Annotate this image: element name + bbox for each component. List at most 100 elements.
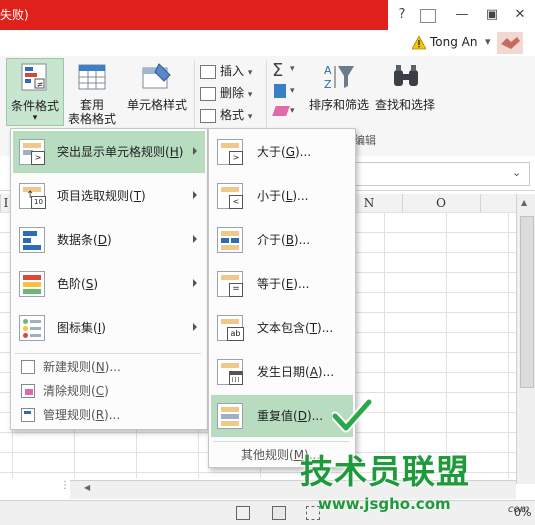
menu-separator — [15, 353, 201, 354]
clear-rules-icon — [21, 384, 35, 398]
sheet-splitter[interactable]: ⋮ — [60, 480, 70, 498]
help-button[interactable]: ? — [392, 6, 412, 24]
top-bottom-rules-icon: ↑ 10 — [19, 183, 46, 209]
watermark-url: www.jsgho.com — [318, 495, 451, 513]
find-select-button[interactable]: 查找和选择 — [372, 58, 438, 124]
scroll-up-icon[interactable]: ▲ — [521, 198, 527, 207]
svg-text:≠: ≠ — [37, 80, 44, 89]
vertical-scroll-thumb[interactable] — [520, 216, 534, 388]
autosum-icon[interactable]: Σ — [272, 60, 283, 81]
delete-button[interactable]: 删除 ▾ — [200, 84, 252, 102]
close-button[interactable]: ✕ — [510, 6, 530, 24]
submenu-item-date-occurring[interactable]: 发生日期(A)... — [211, 351, 353, 393]
submenu-item-label: 等于(E)... — [257, 277, 310, 291]
share-icon[interactable] — [497, 32, 523, 54]
fill-dropdown-icon[interactable]: ▾ — [290, 86, 295, 96]
conditional-format-menu: > 突出显示单元格规则(H) ↑ 10 项目选取规则(T) 数据条(D) 色阶(… — [10, 128, 208, 430]
sort-filter-label: 排序和筛选 — [308, 98, 369, 112]
duplicate-values-icon — [217, 403, 243, 429]
submenu-item-less-than[interactable]: < 小于(L)... — [211, 175, 353, 217]
submenu-arrow-icon — [193, 235, 197, 243]
delete-icon — [200, 86, 216, 101]
warning-icon — [412, 36, 426, 50]
between-icon — [217, 227, 243, 253]
cell-style-label: 单元格样式 — [126, 98, 187, 112]
column-header[interactable]: O — [402, 194, 479, 212]
insert-label: 插入 — [220, 64, 245, 78]
new-rule-icon — [21, 360, 35, 374]
sort-filter-button[interactable]: A Z 排序和筛选 — [306, 58, 372, 124]
date-occurring-icon — [217, 359, 243, 385]
submenu-arrow-icon — [193, 191, 197, 199]
submenu-arrow-icon — [193, 147, 197, 155]
submenu-item-label: 文本包含(T)... — [257, 321, 334, 335]
data-bars-icon — [19, 227, 45, 253]
menu-item-label: 项目选取规则(T) — [57, 189, 146, 203]
cell-style-icon — [142, 63, 171, 89]
submenu-item-between[interactable]: 介于(B)... — [211, 219, 353, 261]
greater-than-icon: > — [217, 139, 243, 165]
column-header[interactable] — [480, 194, 517, 212]
submenu-item-label: 大于(G)... — [257, 145, 312, 159]
watermark-suffix: com — [508, 504, 530, 515]
menu-item-manage-rules[interactable]: 管理规则(R)... — [13, 403, 205, 427]
submenu-arrow-icon — [193, 323, 197, 331]
conditional-format-icon: ≠ — [21, 63, 47, 91]
clear-dropdown-icon[interactable]: ▾ — [290, 106, 295, 116]
restore-button[interactable]: ▣ — [482, 6, 502, 24]
menu-item-icon-sets[interactable]: 图标集(I) — [13, 307, 205, 349]
page-layout-view-icon[interactable] — [272, 506, 286, 520]
text-contains-icon: ab — [217, 315, 244, 341]
window-title-text: 失败) — [0, 8, 29, 22]
insert-button[interactable]: 插入 ▾ — [200, 62, 252, 80]
menu-item-highlight-cells-rules[interactable]: > 突出显示单元格规则(H) — [13, 131, 205, 173]
status-bar: 0% — [0, 500, 535, 525]
menu-item-clear-rules[interactable]: 清除规则(C) — [13, 379, 205, 403]
autosum-dropdown-icon[interactable]: ▾ — [290, 64, 295, 74]
cell-style-button[interactable]: 单元格样式 — [124, 58, 190, 124]
minimize-button[interactable]: — — [452, 6, 472, 24]
less-than-icon: < — [217, 183, 243, 209]
format-label: 格式 — [220, 108, 245, 122]
menu-item-new-rule[interactable]: 新建规则(N)... — [13, 355, 205, 379]
submenu-item-label: 介于(B)... — [257, 233, 311, 247]
normal-view-icon[interactable] — [236, 506, 250, 520]
submenu-item-equal-to[interactable]: = 等于(E)... — [211, 263, 353, 305]
menu-item-label: 色阶(S) — [57, 277, 98, 291]
menu-item-color-scales[interactable]: 色阶(S) — [13, 263, 205, 305]
menu-item-label: 新建规则(N)... — [43, 360, 121, 374]
menu-item-label: 清除规则(C) — [43, 384, 109, 398]
vertical-scrollbar[interactable]: ▲ — [516, 194, 535, 484]
menu-item-data-bars[interactable]: 数据条(D) — [13, 219, 205, 261]
svg-text:A: A — [324, 64, 332, 77]
scroll-left-icon[interactable]: ◀ — [84, 483, 90, 492]
table-format-button[interactable]: 套用 表格格式 — [62, 58, 122, 126]
edit-group-label: 编辑 — [354, 134, 376, 147]
user-name[interactable]: Tong An — [430, 35, 477, 49]
clear-icon[interactable] — [272, 106, 290, 116]
menu-separator — [213, 441, 349, 442]
binoculars-icon — [394, 65, 418, 86]
table-format-icon — [78, 64, 106, 90]
user-dropdown-icon[interactable]: ▾ — [485, 35, 491, 48]
format-button[interactable]: 格式 ▾ — [200, 106, 252, 124]
expand-formula-icon[interactable]: ⌄ — [512, 166, 521, 179]
submenu-item-greater-than[interactable]: > 大于(G)... — [211, 131, 353, 173]
manage-rules-icon — [21, 408, 35, 422]
menu-item-label: 管理规则(R)... — [43, 408, 121, 422]
submenu-item-text-contains[interactable]: ab 文本包含(T)... — [211, 307, 353, 349]
formula-input[interactable] — [352, 162, 530, 186]
conditional-format-button[interactable]: ≠ 条件格式 ▾ — [6, 58, 64, 126]
highlight-cells-icon: > — [19, 139, 45, 165]
conditional-format-dropdown-icon: ▾ — [32, 113, 38, 123]
find-select-label: 查找和选择 — [374, 98, 435, 112]
icon-sets-icon — [19, 315, 45, 341]
checkmark-icon — [332, 398, 372, 433]
menu-item-top-bottom-rules[interactable]: ↑ 10 项目选取规则(T) — [13, 175, 205, 217]
submenu-item-label: 小于(L)... — [257, 189, 309, 203]
table-format-label-2: 表格格式 — [67, 112, 116, 126]
ribbon-display-button[interactable] — [420, 9, 436, 23]
menu-item-label: 数据条(D) — [57, 233, 112, 247]
fill-icon[interactable] — [274, 84, 286, 98]
delete-label: 删除 — [220, 86, 245, 100]
